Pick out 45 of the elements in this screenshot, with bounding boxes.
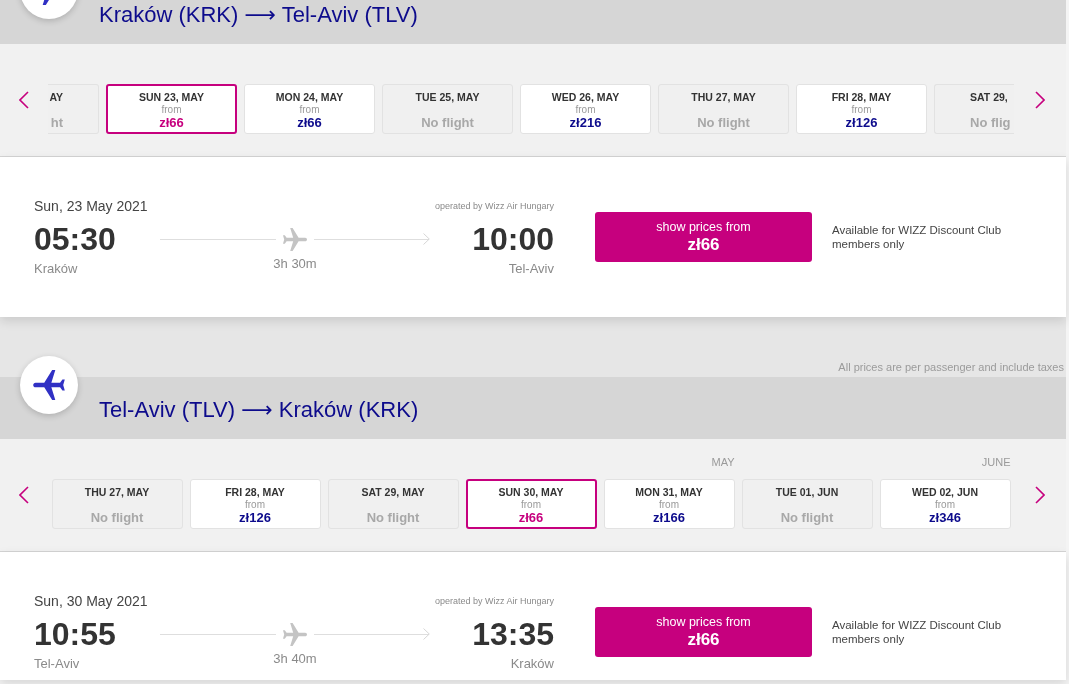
chevron-left-icon[interactable] (19, 91, 29, 109)
date-tab[interactable]: SUN 30, MAY from zł66 (465, 479, 597, 529)
departure-time: 05:30 (34, 220, 116, 259)
date-tab[interactable]: TUE 01, JUN No flight (741, 479, 873, 529)
plane-icon (20, 356, 78, 414)
route-title: Tel-Aviv (TLV) ⟶ Kraków (KRK) (99, 396, 419, 423)
date-tab[interactable]: MON 31, MAY from zł166 (603, 479, 735, 529)
departure-city: Tel-Aviv (34, 656, 80, 672)
operator-text: operated by Wizz Air Hungary (434, 595, 554, 608)
date-tab[interactable]: AY ht (48, 84, 99, 134)
flight-duration: 3h 30m (273, 256, 317, 273)
chevron-right-icon[interactable] (1035, 486, 1045, 504)
members-note: Available for WIZZ Discount Club members only (832, 618, 1003, 646)
departure-city: Kraków (34, 261, 78, 277)
show-prices-button[interactable]: show prices from zł66 (595, 212, 812, 262)
date-tab[interactable]: SAT 29, MAY No flight (327, 479, 459, 529)
chevron-left-icon[interactable] (19, 486, 29, 504)
date-tab[interactable]: TUE 25, MAY No flight (382, 84, 513, 134)
date-tab[interactable]: WED 26, MAY from zł216 (520, 84, 651, 134)
date-tab[interactable]: THU 27, MAY No flight (658, 84, 789, 134)
plane-icon (283, 622, 307, 646)
date-tab[interactable]: WED 02, JUN from zł346 (879, 479, 1011, 529)
flight-duration: 3h 40m (273, 651, 317, 668)
flight-date: Sun, 23 May 2021 (34, 197, 148, 215)
date-tab[interactable]: SUN 23, MAY from zł66 (106, 84, 237, 134)
operator-text: operated by Wizz Air Hungary (434, 200, 554, 213)
members-note: Available for WIZZ Discount Club members only (832, 223, 1003, 251)
route-title: Kraków (KRK) ⟶ Tel-Aviv (TLV) (99, 1, 418, 28)
departure-time: 10:55 (34, 615, 116, 654)
flight-date: Sun, 30 May 2021 (34, 592, 148, 610)
show-prices-button[interactable]: show prices from zł66 (595, 607, 812, 657)
month-label: JUNE (981, 455, 1011, 469)
date-tab[interactable]: FRI 28, MAY from zł126 (796, 84, 927, 134)
arrival-time: 13:35 (472, 615, 554, 654)
chevron-right-icon[interactable] (1035, 91, 1045, 109)
arrival-time: 10:00 (472, 220, 554, 259)
month-label: MAY (711, 455, 735, 469)
arrival-city: Kraków (510, 656, 554, 672)
date-tab[interactable]: THU 27, MAY No flight (51, 479, 183, 529)
plane-icon (283, 227, 307, 251)
date-tab[interactable]: FRI 28, MAY from zł126 (189, 479, 321, 529)
arrival-city: Tel-Aviv (508, 261, 554, 277)
price-note: All prices are per passenger and include taxes (838, 360, 1064, 374)
date-tab[interactable]: SAT 29, No flig (934, 84, 1014, 134)
date-tab[interactable]: MON 24, MAY from zł66 (244, 84, 375, 134)
